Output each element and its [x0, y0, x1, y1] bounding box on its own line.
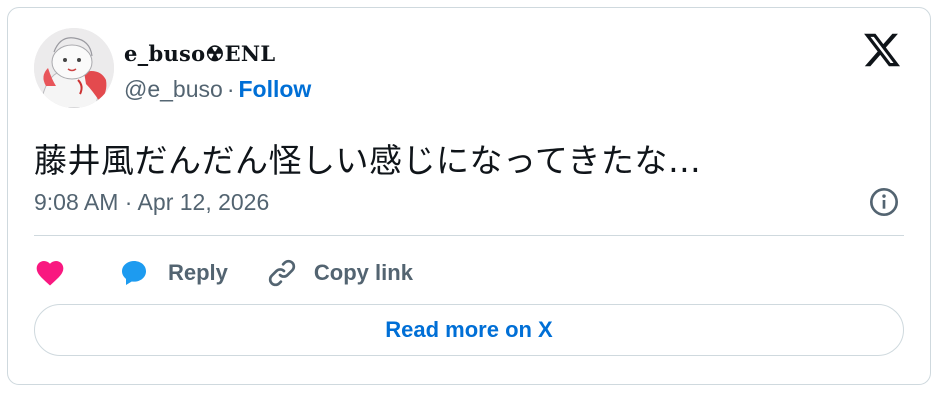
reply-button[interactable]: Reply: [118, 257, 228, 289]
reply-bubble-icon: [122, 261, 146, 285]
tweet-timestamp[interactable]: 9:08 AM · Apr 12, 2026: [34, 189, 269, 216]
display-name[interactable]: e_buso☢ENL: [124, 41, 275, 66]
reply-label: Reply: [168, 260, 228, 285]
separator-dot: ·: [226, 76, 235, 102]
tweet-actions: Reply Copy link: [34, 248, 413, 298]
avatar[interactable]: [34, 28, 114, 108]
copy-link-button[interactable]: Copy link: [266, 257, 413, 289]
handle-row: @e_buso · Follow: [124, 76, 311, 103]
heart-icon: [36, 261, 64, 286]
follow-button[interactable]: Follow: [238, 76, 311, 102]
x-logo-icon[interactable]: [862, 30, 902, 70]
link-icon: [268, 259, 296, 287]
read-more-button[interactable]: Read more on X: [34, 304, 904, 356]
user-handle[interactable]: @e_buso: [124, 76, 223, 102]
embedded-tweet-card: e_buso☢ENL @e_buso · Follow 藤井風だんだん怪しい感じにな…: [7, 7, 931, 385]
copy-link-label: Copy link: [313, 260, 413, 285]
divider: [34, 235, 904, 236]
avatar-drawing-icon: [34, 28, 114, 108]
tweet-text: 藤井風だんだん怪しい感じになってきたな…: [34, 141, 702, 180]
info-icon[interactable]: [868, 186, 900, 218]
read-more-label: Read more on X: [385, 317, 553, 342]
like-button[interactable]: [34, 257, 66, 289]
